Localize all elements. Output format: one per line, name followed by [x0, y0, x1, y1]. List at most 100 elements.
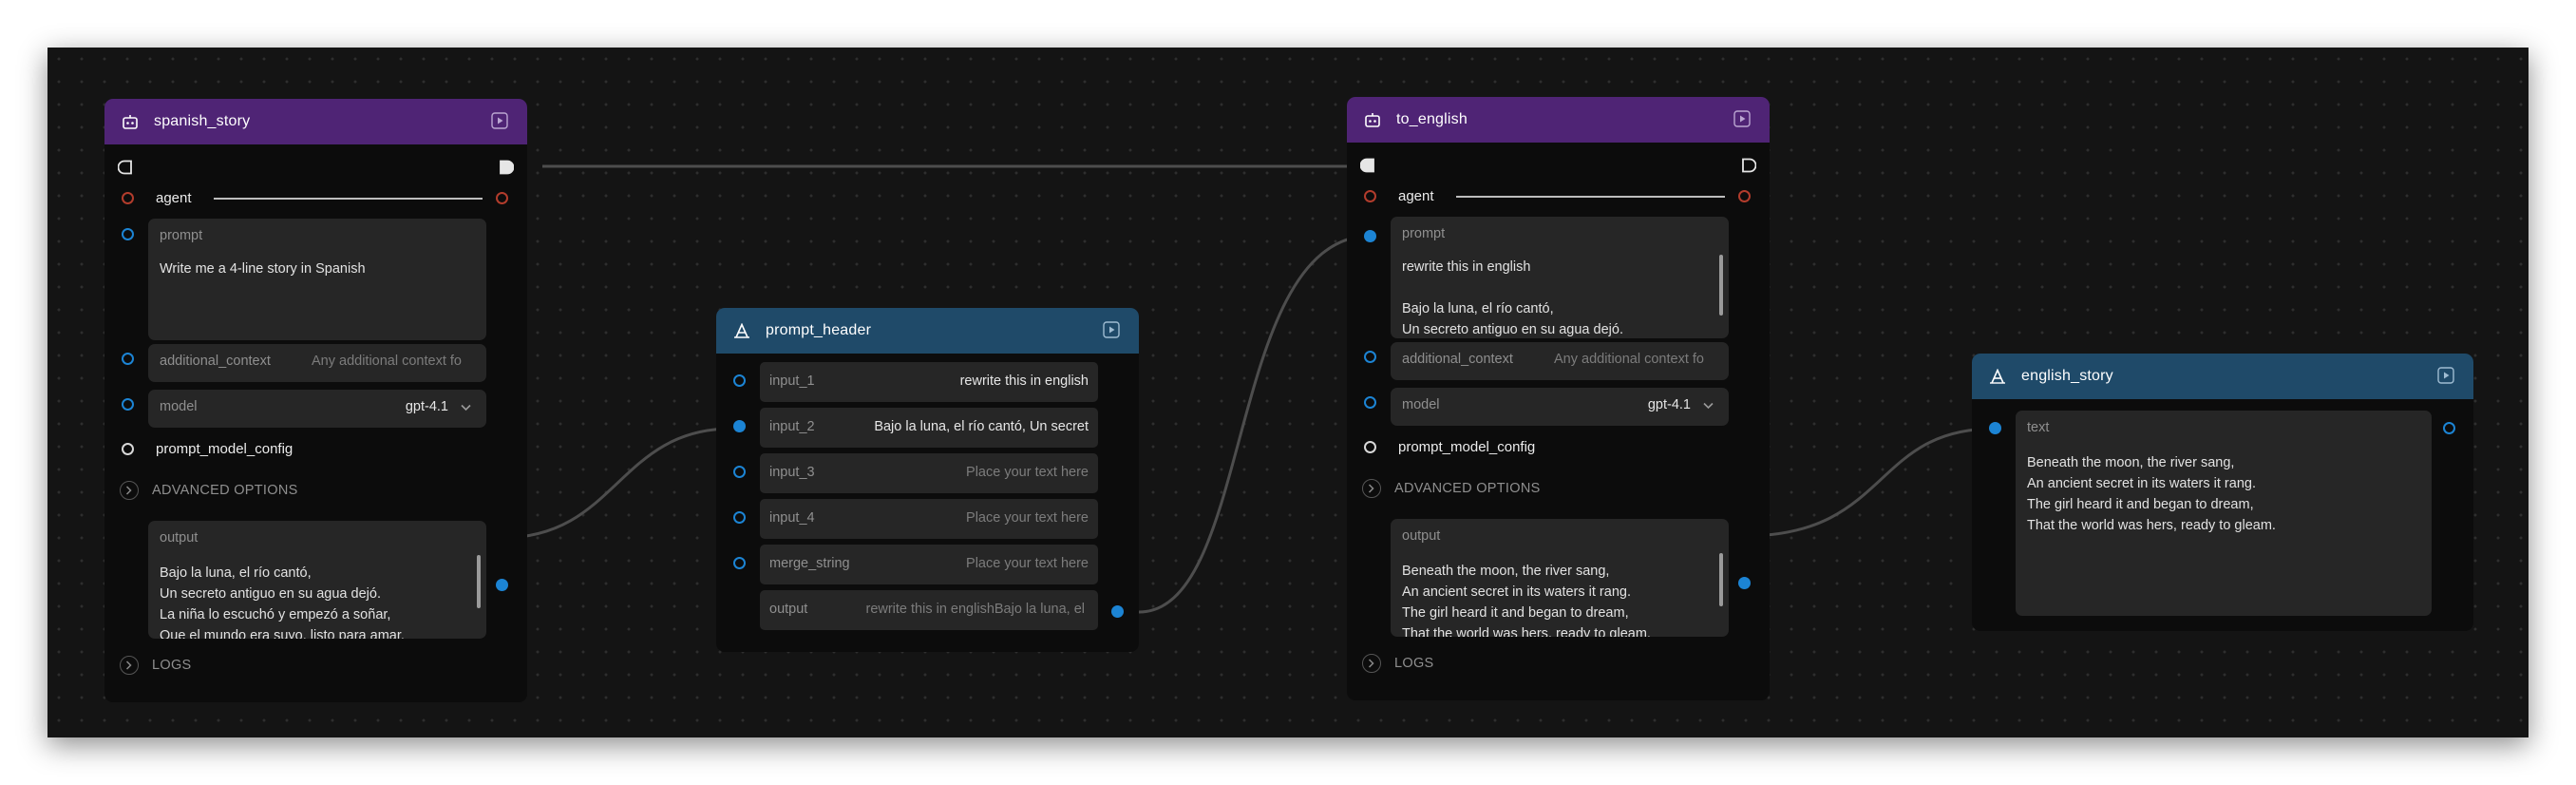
output-label: output [160, 530, 199, 546]
node-to-english[interactable]: to_english agent prompt rewrite this in … [1347, 97, 1770, 700]
node-header[interactable]: spanish_story [104, 99, 527, 144]
model-value: gpt-4.1 [405, 399, 448, 414]
merge-string-placeholder: Place your text here [966, 556, 1089, 571]
play-icon[interactable] [491, 112, 508, 129]
node-title: prompt_header [766, 322, 872, 338]
node-spanish-story[interactable]: spanish_story agent prompt Write me a 4-… [104, 99, 527, 702]
chevron-right-icon[interactable] [120, 656, 139, 675]
flow-in-icon[interactable] [1360, 158, 1375, 173]
agent-label: agent [1398, 188, 1434, 204]
agent-output-port[interactable] [496, 192, 508, 204]
additional-context-label: additional_context [160, 354, 271, 369]
additional-context-field[interactable]: additional_context Any additional contex… [148, 344, 486, 382]
chevron-right-icon[interactable] [1362, 479, 1381, 498]
text-label: text [2027, 420, 2050, 435]
node-header[interactable]: english_story [1972, 354, 2473, 399]
input-3-port[interactable] [733, 466, 746, 478]
additional-context-field[interactable]: additional_context Any additional contex… [1391, 342, 1729, 380]
logs-toggle[interactable]: LOGS [152, 658, 192, 673]
merge-string-label: merge_string [769, 556, 850, 571]
agent-input-port[interactable] [1364, 190, 1376, 202]
model-value: gpt-4.1 [1647, 397, 1691, 412]
prompt-model-config-port[interactable] [122, 443, 134, 455]
workflow-canvas[interactable]: spanish_story agent prompt Write me a 4-… [47, 48, 2529, 737]
additional-context-label: additional_context [1402, 352, 1513, 367]
play-icon[interactable] [1103, 321, 1120, 338]
text-content[interactable]: Beneath the moon, the river sang, An anc… [2027, 452, 2276, 536]
logs-toggle[interactable]: LOGS [1394, 656, 1434, 671]
flow-out-icon[interactable] [1741, 158, 1756, 173]
output-field[interactable]: output Beneath the moon, the river sang,… [1391, 519, 1729, 637]
output-port[interactable] [496, 579, 508, 591]
output-label: output [769, 602, 808, 617]
node-title: to_english [1396, 111, 1468, 127]
wire-spanish-output-to-input2 [501, 427, 733, 540]
output-value: rewrite this in englishBajo la luna, el [865, 602, 1085, 617]
chevron-right-icon[interactable] [120, 481, 139, 500]
prompt-label: prompt [1402, 226, 1446, 241]
input-2-field[interactable]: input_2 Bajo la luna, el río cantó, Un s… [760, 408, 1098, 448]
output-port[interactable] [1111, 605, 1124, 618]
output-scrollbar[interactable] [477, 555, 481, 608]
input-1-value: rewrite this in english [959, 373, 1089, 389]
output-port[interactable] [1738, 577, 1751, 589]
prompt-scrollbar[interactable] [1719, 255, 1723, 316]
prompt-input-port[interactable] [1364, 230, 1376, 242]
prompt-field[interactable]: prompt Write me a 4-line story in Spanis… [148, 219, 486, 340]
flow-out-icon[interactable] [499, 160, 514, 175]
text-output-port[interactable] [2443, 422, 2455, 434]
input-2-port[interactable] [733, 420, 746, 432]
merge-string-field[interactable]: merge_string Place your text here [760, 545, 1098, 584]
model-label: model [160, 399, 198, 414]
advanced-options-toggle[interactable]: ADVANCED OPTIONS [152, 483, 298, 498]
additional-context-port[interactable] [122, 353, 134, 365]
additional-context-port[interactable] [1364, 351, 1376, 363]
input-4-placeholder: Place your text here [966, 510, 1089, 526]
prompt-model-config-label: prompt_model_config [156, 441, 294, 457]
input-3-field[interactable]: input_3 Place your text here [760, 453, 1098, 493]
input-4-field[interactable]: input_4 Place your text here [760, 499, 1098, 539]
agent-divider [214, 198, 483, 200]
chevron-down-icon [461, 404, 471, 412]
prompt-text[interactable]: Write me a 4-line story in Spanish [160, 258, 366, 279]
node-header[interactable]: prompt_header [716, 308, 1139, 354]
output-scrollbar[interactable] [1719, 553, 1723, 606]
agent-input-port[interactable] [122, 192, 134, 204]
input-3-label: input_3 [769, 465, 815, 480]
wire-header-output-to-prompt [1138, 234, 1373, 614]
robot-icon [123, 115, 138, 129]
text-field[interactable]: text Beneath the moon, the river sang, A… [2016, 411, 2432, 616]
input-1-field[interactable]: input_1 rewrite this in english [760, 362, 1098, 402]
node-title: english_story [2021, 368, 2113, 384]
prompt-field[interactable]: prompt rewrite this in english Bajo la l… [1391, 217, 1729, 338]
node-header[interactable]: to_english [1347, 97, 1770, 143]
play-icon[interactable] [1733, 110, 1751, 127]
output-field[interactable]: output Bajo la luna, el río cantó, Un se… [148, 521, 486, 639]
chevron-down-icon [1703, 402, 1714, 410]
input-1-label: input_1 [769, 373, 815, 389]
advanced-options-toggle[interactable]: ADVANCED OPTIONS [1394, 481, 1541, 496]
node-title: spanish_story [154, 113, 251, 129]
model-select[interactable]: model gpt-4.1 [148, 390, 486, 428]
text-a-icon [734, 323, 749, 338]
model-select[interactable]: model gpt-4.1 [1391, 388, 1729, 426]
text-input-port[interactable] [1989, 422, 2001, 434]
agent-label: agent [156, 190, 192, 206]
model-port[interactable] [1364, 396, 1376, 409]
chevron-right-icon[interactable] [1362, 654, 1381, 673]
input-4-port[interactable] [733, 511, 746, 524]
agent-divider [1456, 196, 1725, 198]
node-prompt-header[interactable]: prompt_header input_1 rewrite this in en… [716, 308, 1139, 652]
merge-string-port[interactable] [733, 557, 746, 569]
output-label: output [1402, 528, 1441, 544]
prompt-model-config-port[interactable] [1364, 441, 1376, 453]
agent-output-port[interactable] [1738, 190, 1751, 202]
input-1-port[interactable] [733, 374, 746, 387]
node-english-story[interactable]: english_story text Beneath the moon, the… [1972, 354, 2473, 631]
flow-in-icon[interactable] [118, 160, 133, 175]
play-icon[interactable] [2437, 367, 2454, 384]
output-field[interactable]: output rewrite this in englishBajo la lu… [760, 590, 1098, 630]
prompt-input-port[interactable] [122, 228, 134, 240]
model-port[interactable] [122, 398, 134, 411]
prompt-text[interactable]: rewrite this in english Bajo la luna, el… [1402, 257, 1623, 338]
